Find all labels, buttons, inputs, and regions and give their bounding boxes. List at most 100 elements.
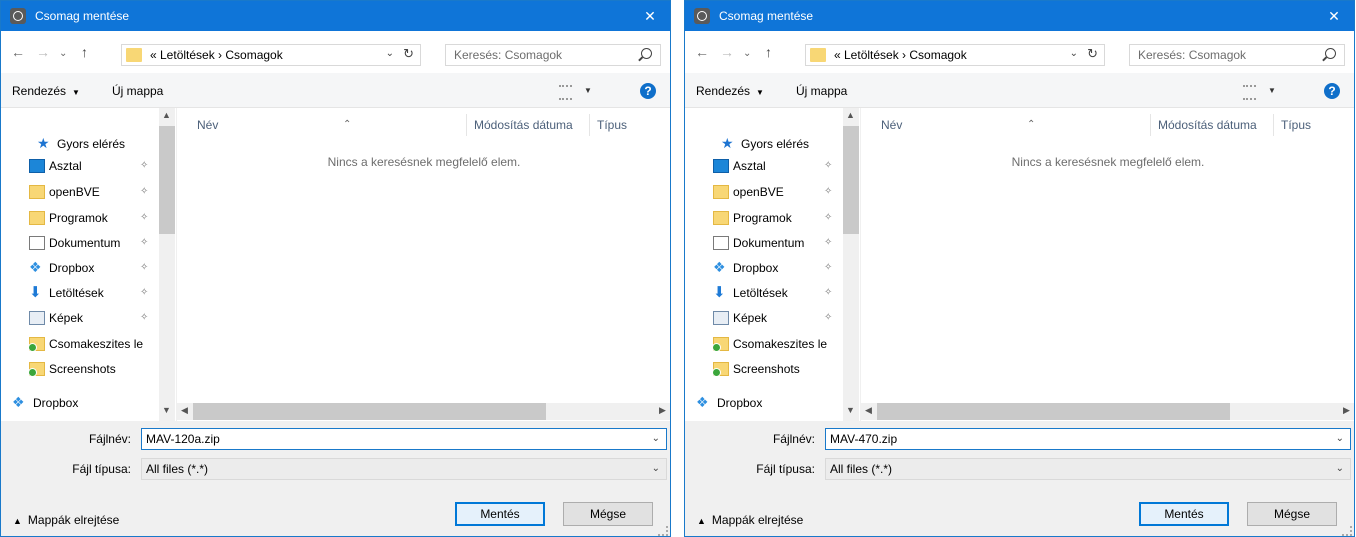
column-header-modified[interactable]: Módosítás dátuma [474, 118, 573, 132]
recent-locations-chevron-icon[interactable]: ⌄ [59, 46, 67, 62]
search-icon[interactable] [1325, 48, 1336, 59]
sidebar-item-documents[interactable]: Dokumentum ✧ [25, 233, 165, 255]
up-arrow-icon[interactable]: ↑ [765, 44, 772, 60]
scroll-left-icon[interactable]: ◀ [181, 405, 188, 416]
pin-icon[interactable]: ✧ [824, 287, 832, 298]
column-divider[interactable] [1150, 114, 1151, 136]
sidebar-item-quick-access[interactable]: ★ Gyors elérés [25, 134, 165, 156]
scroll-up-icon[interactable]: ▲ [846, 110, 855, 120]
scrollbar-thumb[interactable] [843, 126, 859, 234]
sidebar-item-csomakeszites[interactable]: Csomakeszites le [709, 334, 843, 356]
horizontal-scrollbar[interactable]: ◀ ▶ [177, 403, 670, 420]
hide-folders-toggle[interactable]: ▲ Mappák elrejtése [697, 513, 803, 527]
address-dropdown-icon[interactable]: ⌄ [1070, 48, 1078, 59]
view-options-icon[interactable] [559, 85, 572, 100]
chevron-down-icon[interactable]: ⌄ [1336, 433, 1344, 444]
scroll-right-icon[interactable]: ▶ [1343, 405, 1350, 416]
back-arrow-icon[interactable]: ← [11, 44, 25, 60]
scrollbar-thumb[interactable] [159, 126, 175, 234]
pin-icon[interactable]: ✧ [824, 212, 832, 223]
new-folder-button[interactable]: Új mappa [796, 84, 847, 98]
save-button[interactable]: Mentés [455, 502, 545, 526]
sidebar-item-csomakeszites[interactable]: Csomakeszites le [25, 334, 159, 356]
organize-button[interactable]: Rendezés ▼ [696, 84, 764, 98]
pin-icon[interactable]: ✧ [140, 312, 148, 323]
breadcrumb[interactable]: « Letöltések › Csomagok [834, 48, 967, 62]
view-dropdown-icon[interactable]: ▼ [1268, 86, 1276, 95]
sidebar-item-desktop[interactable]: Asztal ✧ [709, 156, 849, 178]
forward-arrow-icon[interactable]: → [36, 44, 50, 60]
sidebar-item-screenshots[interactable]: Screenshots [709, 359, 849, 381]
filename-input[interactable] [146, 431, 626, 447]
cancel-button[interactable]: Mégse [563, 502, 653, 526]
chevron-down-icon[interactable]: ⌄ [652, 463, 660, 474]
search-icon[interactable] [641, 48, 652, 59]
column-header-name[interactable]: Név ⌃ [197, 118, 351, 132]
filename-combobox[interactable]: ⌄ [141, 428, 667, 450]
refresh-icon[interactable]: ↻ [403, 46, 414, 62]
pin-icon[interactable]: ✧ [824, 186, 832, 197]
pin-icon[interactable]: ✧ [140, 287, 148, 298]
pin-icon[interactable]: ✧ [140, 237, 148, 248]
filename-input[interactable] [830, 431, 1310, 447]
scroll-left-icon[interactable]: ◀ [865, 405, 872, 416]
back-arrow-icon[interactable]: ← [695, 44, 709, 60]
column-header-name[interactable]: Név ⌃ [881, 118, 1035, 132]
search-box[interactable] [1129, 44, 1345, 66]
cancel-button[interactable]: Mégse [1247, 502, 1337, 526]
search-input[interactable] [1138, 47, 1308, 63]
scrollbar-thumb[interactable] [877, 403, 1230, 420]
chevron-down-icon[interactable]: ⌄ [1336, 463, 1344, 474]
save-button[interactable]: Mentés [1139, 502, 1229, 526]
pin-icon[interactable]: ✧ [824, 237, 832, 248]
column-divider[interactable] [466, 114, 467, 136]
resize-grip-icon[interactable] [658, 526, 668, 536]
navigation-scrollbar[interactable]: ▲ ▼ [159, 108, 175, 421]
sidebar-item-programs[interactable]: Programok ✧ [709, 208, 849, 230]
navigation-scrollbar[interactable]: ▲ ▼ [843, 108, 859, 421]
column-divider[interactable] [589, 114, 590, 136]
sidebar-item-downloads[interactable]: ⬇ Letöltések ✧ [25, 283, 165, 305]
horizontal-scrollbar[interactable]: ◀ ▶ [861, 403, 1354, 420]
sidebar-item-dropbox[interactable]: ❖ Dropbox ✧ [25, 258, 165, 280]
up-arrow-icon[interactable]: ↑ [81, 44, 88, 60]
sidebar-item-pictures[interactable]: Képek ✧ [709, 308, 849, 330]
sidebar-item-dropbox-root[interactable]: ❖ Dropbox [1, 393, 156, 415]
sidebar-item-desktop[interactable]: Asztal ✧ [25, 156, 165, 178]
scrollbar-thumb[interactable] [193, 403, 546, 420]
sidebar-item-openbve[interactable]: openBVE ✧ [709, 182, 849, 204]
scroll-up-icon[interactable]: ▲ [162, 110, 171, 120]
address-dropdown-icon[interactable]: ⌄ [386, 48, 394, 59]
pin-icon[interactable]: ✧ [140, 212, 148, 223]
help-icon[interactable]: ? [640, 83, 656, 99]
chevron-down-icon[interactable]: ⌄ [652, 433, 660, 444]
column-divider[interactable] [1273, 114, 1274, 136]
forward-arrow-icon[interactable]: → [720, 44, 734, 60]
sidebar-item-screenshots[interactable]: Screenshots [25, 359, 165, 381]
address-bar[interactable]: « Letöltések › Csomagok ⌄ ↻ [805, 44, 1105, 66]
sidebar-item-pictures[interactable]: Képek ✧ [25, 308, 165, 330]
help-icon[interactable]: ? [1324, 83, 1340, 99]
column-header-type[interactable]: Típus [1281, 118, 1311, 132]
scroll-down-icon[interactable]: ▼ [846, 405, 855, 415]
recent-locations-chevron-icon[interactable]: ⌄ [743, 46, 751, 62]
filetype-select[interactable]: All files (*.*) ⌄ [141, 458, 667, 480]
sidebar-item-dropbox-root[interactable]: ❖ Dropbox [685, 393, 840, 415]
filetype-select[interactable]: All files (*.*) ⌄ [825, 458, 1351, 480]
close-button[interactable]: ✕ [630, 1, 670, 31]
sidebar-item-downloads[interactable]: ⬇ Letöltések ✧ [709, 283, 849, 305]
search-box[interactable] [445, 44, 661, 66]
pin-icon[interactable]: ✧ [824, 312, 832, 323]
pin-icon[interactable]: ✧ [140, 262, 148, 273]
resize-grip-icon[interactable] [1342, 526, 1352, 536]
search-input[interactable] [454, 47, 624, 63]
pin-icon[interactable]: ✧ [824, 262, 832, 273]
view-dropdown-icon[interactable]: ▼ [584, 86, 592, 95]
column-header-type[interactable]: Típus [597, 118, 627, 132]
refresh-icon[interactable]: ↻ [1087, 46, 1098, 62]
close-button[interactable]: ✕ [1314, 1, 1354, 31]
pin-icon[interactable]: ✧ [140, 160, 148, 171]
pin-icon[interactable]: ✧ [824, 160, 832, 171]
hide-folders-toggle[interactable]: ▲ Mappák elrejtése [13, 513, 119, 527]
filename-combobox[interactable]: ⌄ [825, 428, 1351, 450]
